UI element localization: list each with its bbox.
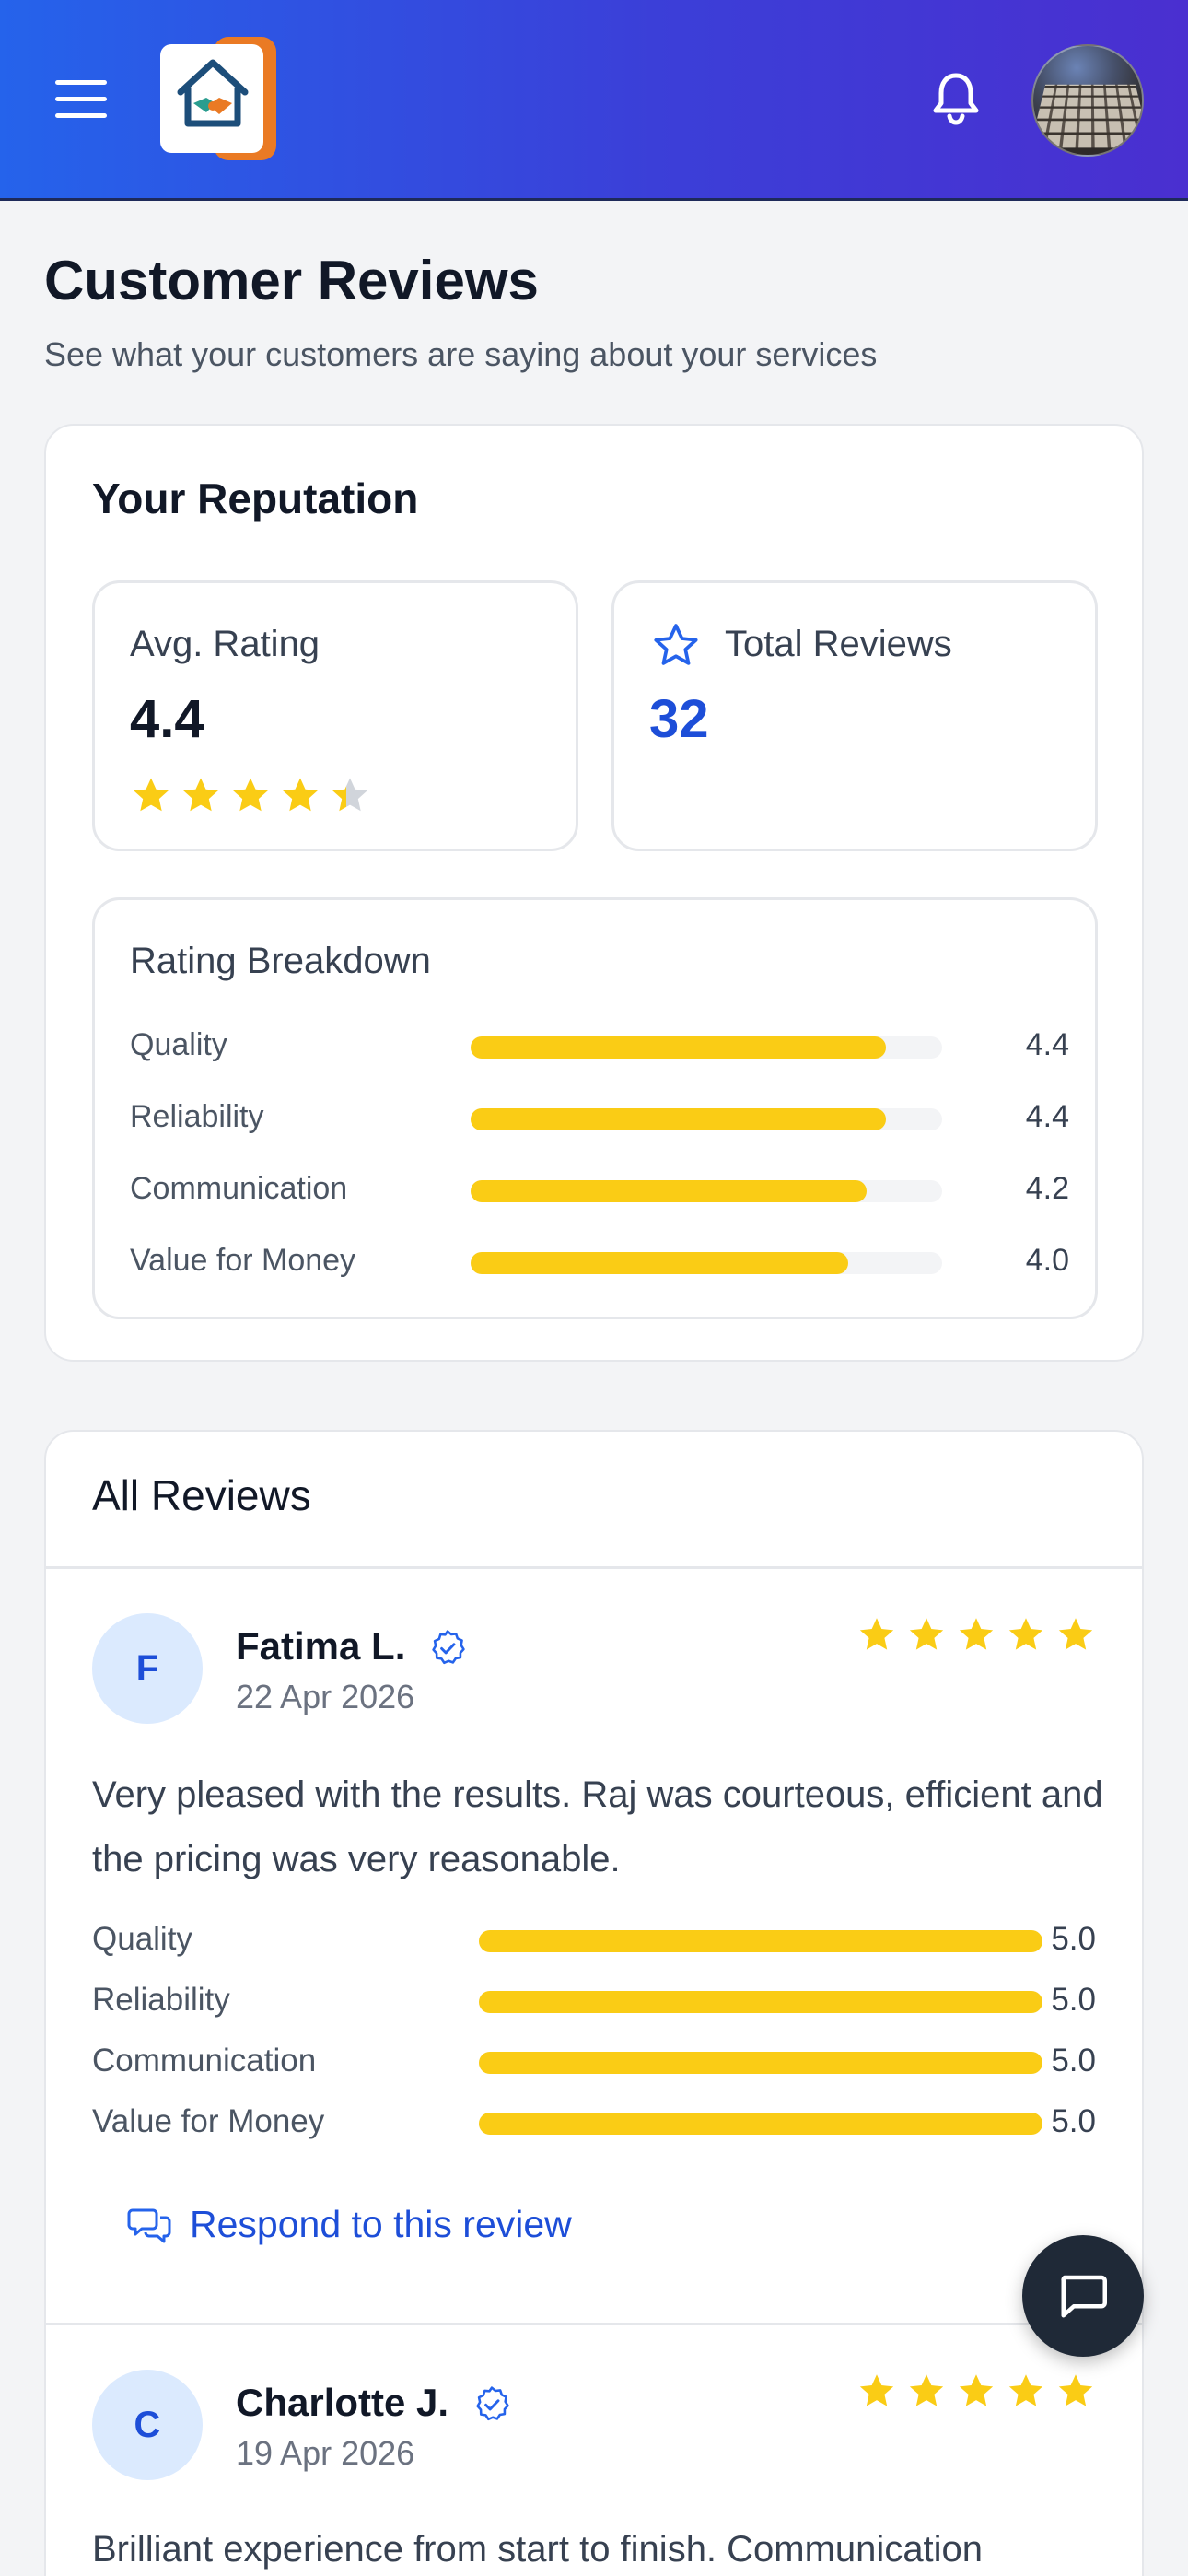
star-icon <box>1008 1618 1043 1650</box>
respond-to-review-button[interactable]: Respond to this review <box>127 2203 572 2246</box>
bell-icon[interactable] <box>930 70 982 125</box>
total-reviews-value: 32 <box>649 689 709 749</box>
star-icon <box>859 1618 894 1650</box>
review-stars <box>856 2371 1096 2412</box>
total-reviews-box: Total Reviews 32 <box>611 580 1098 851</box>
star-icon <box>959 1618 994 1650</box>
review-breakdown-row: Communication 5.0 <box>92 2041 1096 2083</box>
verified-badge-icon <box>432 1630 465 1665</box>
star-icon <box>909 1618 944 1650</box>
star-icon <box>909 2374 944 2406</box>
breakdown-row-value-for-money: Value for Money 4.0 <box>130 1239 1069 1283</box>
reviewer-avatar: F <box>92 1613 203 1724</box>
star-outline-icon <box>654 624 698 665</box>
review-breakdown-label: Communication <box>92 2043 317 2078</box>
star-icon <box>959 2374 994 2406</box>
review-item: F Fatima L. 22 Apr 2026 Very pleased wit… <box>46 1569 1142 2323</box>
review-breakdown-value: 5.0 <box>1051 2103 1096 2139</box>
star-icon <box>1058 2374 1093 2406</box>
all-reviews-card: All Reviews F Fatima L. 22 Apr 2026 Very… <box>44 1430 1144 2576</box>
breakdown-bar <box>471 1180 942 1202</box>
review-breakdown-label: Quality <box>92 1921 192 1957</box>
breakdown-row-quality: Quality 4.4 <box>130 1024 1069 1068</box>
star-icon <box>1058 1618 1093 1650</box>
review-item: C Charlotte J. 19 Apr 2026 Brilliant exp… <box>46 2325 1142 2576</box>
rating-breakdown-title: Rating Breakdown <box>130 941 431 981</box>
reviewer-avatar: C <box>92 2370 203 2480</box>
avg-rating-label: Avg. Rating <box>130 624 320 664</box>
respond-label: Respond to this review <box>190 2203 572 2245</box>
breakdown-value: 4.4 <box>1025 1027 1069 1062</box>
breakdown-value: 4.2 <box>1025 1171 1069 1206</box>
chat-bubble-icon <box>1061 2275 1107 2318</box>
verified-badge-icon <box>476 2386 509 2421</box>
review-breakdown-row: Value for Money 5.0 <box>92 2102 1096 2144</box>
review-stars <box>856 1615 1096 1656</box>
review-breakdown-label: Reliability <box>92 1982 230 2018</box>
review-date: 22 Apr 2026 <box>236 1678 415 1715</box>
breakdown-label: Quality <box>130 1027 227 1062</box>
all-reviews-title: All Reviews <box>92 1471 311 1519</box>
app-header <box>0 0 1188 201</box>
reviewer-name: Charlotte J. <box>236 2381 449 2424</box>
review-text: Brilliant experience from start to finis… <box>92 2529 984 2570</box>
review-breakdown-bar <box>479 2113 1042 2135</box>
review-breakdown-label: Value for Money <box>92 2103 325 2139</box>
star-icon <box>332 778 367 812</box>
rating-breakdown: Rating Breakdown Quality 4.4 Reliability… <box>92 897 1098 1319</box>
reputation-title: Your Reputation <box>92 474 419 522</box>
review-text: Very pleased with the results. Raj was c… <box>92 1774 1103 1879</box>
user-avatar[interactable] <box>1031 44 1144 157</box>
star-icon <box>283 778 318 812</box>
review-breakdown-bar <box>479 1930 1042 1952</box>
breakdown-row-communication: Communication 4.2 <box>130 1167 1069 1212</box>
reputation-card: Your Reputation Avg. Rating 4.4 Total Re… <box>44 424 1144 1362</box>
review-breakdown-bar <box>479 2052 1042 2074</box>
review-breakdown-value: 5.0 <box>1051 2043 1096 2078</box>
chat-bubble-button[interactable] <box>1022 2235 1144 2357</box>
star-icon <box>134 778 169 812</box>
review-date: 19 Apr 2026 <box>236 2434 415 2472</box>
avg-rating-stars <box>130 775 371 817</box>
review-breakdown-row: Quality 5.0 <box>92 1919 1096 1961</box>
breakdown-bar <box>471 1252 942 1274</box>
breakdown-row-reliability: Reliability 4.4 <box>130 1095 1069 1140</box>
star-icon <box>859 2374 894 2406</box>
breakdown-label: Communication <box>130 1171 348 1206</box>
avg-rating-box: Avg. Rating 4.4 <box>92 580 578 851</box>
house-handshake-logo[interactable] <box>160 37 276 160</box>
breakdown-value: 4.0 <box>1025 1243 1069 1278</box>
reviewer-name: Fatima L. <box>236 1624 406 1668</box>
review-breakdown-value: 5.0 <box>1051 1921 1096 1957</box>
comments-icon <box>127 2208 171 2242</box>
star-icon <box>1008 2374 1043 2406</box>
hamburger-menu-icon[interactable] <box>55 80 109 119</box>
breakdown-bar <box>471 1036 942 1059</box>
review-breakdown-bar <box>479 1991 1042 2013</box>
avg-rating-value: 4.4 <box>130 689 204 749</box>
breakdown-bar <box>471 1108 942 1130</box>
breakdown-label: Reliability <box>130 1099 264 1134</box>
review-breakdown-value: 5.0 <box>1051 1982 1096 2018</box>
breakdown-label: Value for Money <box>130 1243 356 1278</box>
total-reviews-label: Total Reviews <box>725 624 952 664</box>
page-title: Customer Reviews <box>44 250 539 311</box>
page-subtitle: See what your customers are saying about… <box>44 335 878 373</box>
star-icon <box>183 778 218 812</box>
breakdown-value: 4.4 <box>1025 1099 1069 1134</box>
review-breakdown-row: Reliability 5.0 <box>92 1980 1096 2022</box>
star-icon <box>233 778 268 812</box>
